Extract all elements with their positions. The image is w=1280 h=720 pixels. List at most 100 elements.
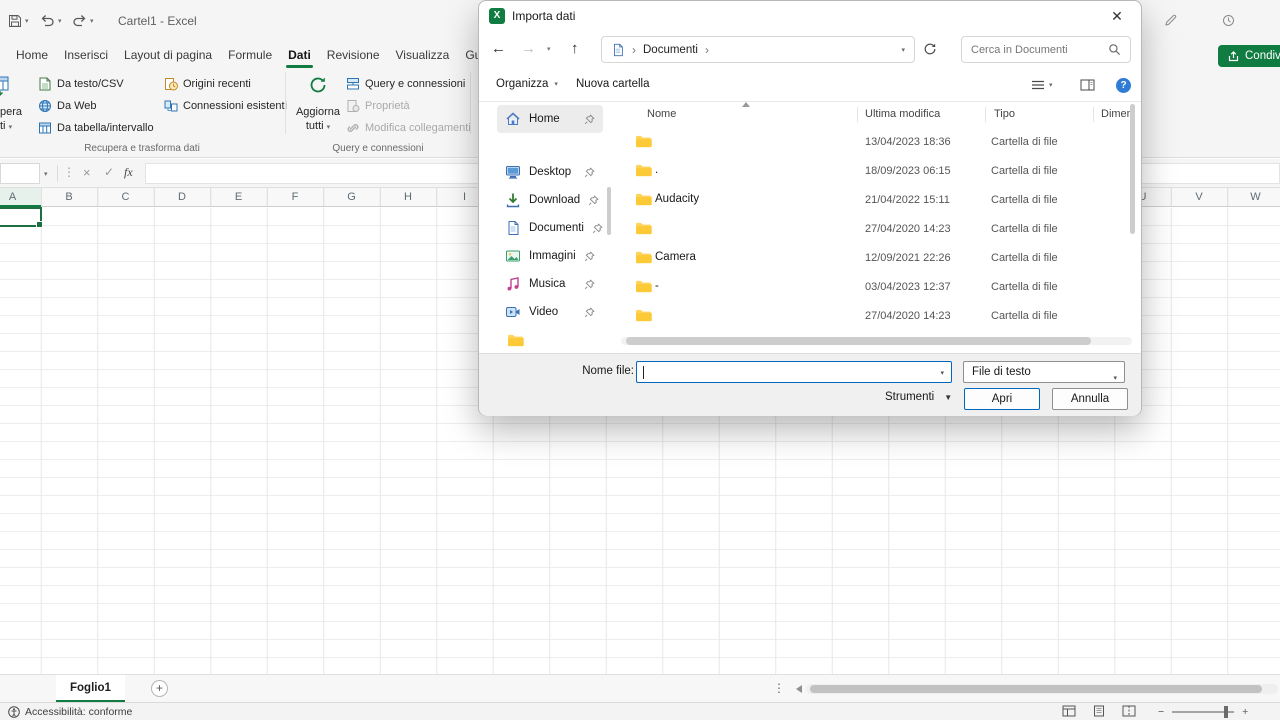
file-type-select[interactable]: File di testo ▾ — [963, 361, 1125, 383]
column-divider[interactable] — [1093, 107, 1094, 122]
selected-cell-a1[interactable] — [0, 207, 42, 227]
file-list-hscrollbar[interactable] — [621, 337, 1132, 345]
tab-dati[interactable]: Dati — [280, 42, 319, 68]
name-box[interactable] — [0, 163, 40, 184]
clock-icon[interactable] — [1222, 14, 1235, 27]
column-divider[interactable] — [857, 107, 858, 122]
file-row[interactable]: 27/04/2020 14:23Cartella di file — [621, 301, 1132, 330]
preview-pane-button[interactable] — [1080, 79, 1095, 91]
chevron-down-icon[interactable]: ▾ — [940, 369, 944, 377]
file-row[interactable]: 13/04/2023 18:36Cartella di file — [621, 127, 1132, 156]
sidebar-item-musica[interactable]: Musica — [497, 270, 603, 298]
da-testo-csv-button[interactable]: Da testo/CSV — [38, 74, 124, 94]
tab-inserisci[interactable]: Inserisci — [56, 42, 116, 68]
insert-function-icon[interactable]: fx — [124, 165, 133, 180]
column-header-E[interactable]: E — [219, 188, 259, 207]
back-icon[interactable]: ← — [491, 40, 506, 57]
aggiorna-tutti-button[interactable]: Aggiorna tutti ▾ — [293, 68, 343, 142]
column-header-W[interactable]: W — [1236, 188, 1276, 207]
zoom-out-icon[interactable]: − — [1158, 706, 1164, 718]
sheet-menu-icon[interactable]: ⋮ — [773, 681, 785, 695]
address-dropdown-icon[interactable]: ▾ — [901, 46, 905, 54]
zoom-in-icon[interactable]: + — [1242, 706, 1248, 718]
open-button[interactable]: Apri — [964, 388, 1040, 410]
sidebar-item-desktop[interactable]: Desktop — [497, 158, 603, 186]
undo-icon[interactable] — [40, 14, 55, 27]
cancel-formula-icon[interactable]: × — [83, 165, 91, 180]
file-row[interactable]: .18/09/2023 06:15Cartella di file — [621, 156, 1132, 185]
column-header-nome[interactable]: Nome — [647, 108, 676, 120]
folder-icon[interactable] — [507, 334, 524, 347]
pen-icon[interactable] — [1164, 14, 1177, 27]
column-header-V[interactable]: V — [1179, 188, 1219, 207]
tab-home[interactable]: Home — [8, 42, 56, 68]
page-break-view-icon[interactable] — [1122, 705, 1136, 717]
tab-layout-di-pagina[interactable]: Layout di pagina — [116, 42, 220, 68]
sidebar-item-documenti[interactable]: Documenti — [497, 214, 603, 242]
file-name-input[interactable]: ▾ — [636, 361, 952, 383]
formula-bar-handle-icon[interactable]: ⋮ — [63, 165, 75, 179]
normal-view-icon[interactable] — [1062, 705, 1076, 717]
enter-formula-icon[interactable]: ✓ — [104, 165, 114, 179]
save-icon[interactable] — [8, 14, 22, 28]
file-list-hscroll-thumb[interactable] — [626, 337, 1091, 345]
column-header-B[interactable]: B — [49, 188, 89, 207]
file-list-vscrollbar[interactable] — [1130, 104, 1135, 234]
cancel-button[interactable]: Annulla — [1052, 388, 1128, 410]
get-data-button[interactable]: pera ti ▾ — [0, 68, 32, 142]
da-tabella-button[interactable]: Da tabella/intervallo — [38, 118, 154, 138]
sidebar-item-video[interactable]: Video — [497, 298, 603, 326]
tab-revisione[interactable]: Revisione — [319, 42, 388, 68]
sheet-tab-foglio1[interactable]: Foglio1 — [56, 675, 125, 702]
save-dropdown-icon[interactable]: ▾ — [25, 17, 29, 25]
column-header-H[interactable]: H — [388, 188, 428, 207]
hscroll-thumb[interactable] — [810, 685, 1262, 693]
file-row[interactable]: Audacity21/04/2022 15:11Cartella di file — [621, 185, 1132, 214]
up-icon[interactable]: ↑ — [571, 40, 579, 57]
organize-button[interactable]: Organizza ▾ — [496, 78, 558, 90]
history-dropdown-icon[interactable]: ▾ — [547, 45, 551, 53]
hscroll-left-arrow[interactable] — [796, 685, 802, 693]
view-mode-button[interactable]: ▾ — [1031, 79, 1053, 91]
column-header-tipo[interactable]: Tipo — [994, 108, 1015, 120]
zoom-slider[interactable] — [1172, 711, 1234, 713]
sidebar-item-download[interactable]: Download — [497, 186, 603, 214]
search-input[interactable]: Cerca in Documenti — [961, 36, 1131, 63]
page-layout-view-icon[interactable] — [1092, 705, 1106, 717]
origini-recenti-button[interactable]: Origini recenti — [164, 74, 251, 94]
sidebar-item-immagini[interactable]: Immagini — [497, 242, 603, 270]
tab-formule[interactable]: Formule — [220, 42, 280, 68]
query-connessioni-button[interactable]: Query e connessioni — [346, 74, 465, 94]
breadcrumb-item-documenti[interactable]: Documenti — [643, 44, 698, 56]
tab-visualizza[interactable]: Visualizza — [388, 42, 458, 68]
new-folder-button[interactable]: Nuova cartella — [576, 78, 650, 90]
tools-button[interactable]: Strumenti ▼ — [885, 391, 952, 403]
add-sheet-button[interactable]: + — [151, 680, 168, 697]
close-icon[interactable]: ✕ — [1101, 3, 1133, 29]
file-row[interactable]: -03/04/2023 12:37Cartella di file — [621, 272, 1132, 301]
column-header-C[interactable]: C — [106, 188, 146, 207]
breadcrumb[interactable]: › Documenti › ▾ — [601, 36, 915, 63]
column-header-A[interactable]: A — [0, 188, 33, 207]
help-icon[interactable]: ? — [1116, 78, 1131, 93]
file-row[interactable]: Camera12/09/2021 22:26Cartella di file — [621, 243, 1132, 272]
hscroll-track[interactable] — [806, 684, 1278, 694]
column-divider[interactable] — [985, 107, 986, 122]
share-button[interactable]: Condividi — [1218, 45, 1280, 67]
accessibility-status[interactable]: Accessibilità: conforme — [8, 704, 132, 719]
redo-icon[interactable] — [72, 14, 87, 27]
column-header-G[interactable]: G — [332, 188, 372, 207]
file-row[interactable]: 27/04/2020 14:23Cartella di file — [621, 214, 1132, 243]
connessioni-esistenti-button[interactable]: Connessioni esistenti — [164, 96, 287, 116]
da-web-button[interactable]: Da Web — [38, 96, 97, 116]
redo-dropdown-icon[interactable]: ▾ — [90, 17, 94, 25]
column-header-dimensione[interactable]: Dimensione — [1101, 108, 1132, 120]
column-header-ultima-modifica[interactable]: Ultima modifica — [865, 108, 940, 120]
refresh-icon[interactable] — [923, 42, 937, 56]
sidebar-item-home[interactable]: Home — [497, 105, 603, 133]
zoom-slider-thumb[interactable] — [1224, 706, 1228, 718]
sidebar-scrollbar[interactable] — [607, 187, 611, 235]
name-box-dropdown-icon[interactable]: ▾ — [44, 170, 48, 178]
column-header-F[interactable]: F — [275, 188, 315, 207]
undo-dropdown-icon[interactable]: ▾ — [58, 17, 62, 25]
